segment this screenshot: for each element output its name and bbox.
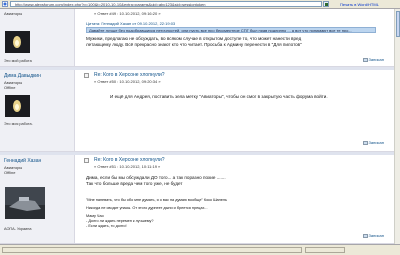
author-location: АОПА- Украина (4, 227, 32, 231)
page-icon (2, 1, 8, 7)
status-zone-panel (305, 247, 345, 253)
author-name[interactable]: Геннадий Хазан (4, 158, 41, 164)
reply-link[interactable]: Записан (362, 140, 384, 145)
author-name[interactable]: Дима Давыдкин (4, 73, 41, 79)
post-text-line: летающему люду. Всё прекрасно знают кто … (86, 42, 302, 47)
post-icon (84, 73, 89, 78)
vertical-scrollbar[interactable] (394, 9, 400, 244)
author-location: Это моя работа. (4, 122, 33, 126)
author-status: Offline (4, 85, 16, 90)
post-icon (84, 158, 89, 163)
author-rank: Авиаторы (4, 11, 23, 16)
reply-link[interactable]: Записан (362, 57, 384, 62)
forum-post: Дима Давыдкин Авиаторы Offline Это моя р… (0, 70, 394, 152)
toolbar-links[interactable]: Печать в Word/HTML (340, 2, 379, 7)
post-body: » Ответ #49 : 10.10.2012, 09:16:20 » Цит… (76, 9, 394, 66)
post-text-line: Так что больше вреда чем того уже, не бу… (86, 181, 183, 186)
forum-page: Авиаторы Это мой работа » Ответ #49 : 10… (0, 9, 400, 244)
post-text-line: И ещё для Андрея, поставить зела метку "… (110, 94, 328, 99)
post-meta: » Ответ #49 : 10.10.2012, 09:16:20 » (94, 11, 161, 16)
reply-label: Записан (368, 233, 384, 238)
author-panel: Дима Давыдкин Авиаторы Offline Это моя р… (0, 70, 75, 151)
post-meta: « Ответ #51 : 10.10.2012, 10:11:19 » (94, 164, 161, 169)
signature-line: Маму Чао (86, 214, 104, 218)
forum-post: Геннадий Хазан Авиаторы Offline АОПА- Ук… (0, 155, 394, 244)
reply-icon (362, 57, 368, 62)
author-status: Offline (4, 170, 16, 175)
signature-line: "Мне напевать, что бы обо мне думать, я … (86, 198, 227, 202)
author-panel: Авиаторы Это мой работа (0, 9, 75, 66)
scrollbar-thumb[interactable] (396, 11, 400, 37)
status-text-panel (2, 247, 302, 253)
reply-icon (362, 140, 368, 145)
post-title[interactable]: Re: Кого в Херсоне хлопнули? (94, 157, 165, 163)
post-body: Re: Кого в Херсоне хлопнули? « Ответ #51… (76, 155, 394, 243)
signature-line: - Если ждать, то долго! (86, 224, 127, 228)
post-text-line: Дима, если бы мы обсуждали ДО того... а … (86, 175, 226, 180)
quote-header: Цитата: Геннадий Хазан от 09.10.2012, 22… (86, 21, 176, 26)
post-meta: « Ответ #50 : 10.10.2012, 09:20:34 » (94, 79, 161, 84)
author-location: Это мой работа (4, 59, 32, 63)
reply-link[interactable]: Записан (362, 233, 384, 238)
post-body: Re: Кого в Херсоне хлопнули? « Ответ #50… (76, 70, 394, 151)
avatar (5, 95, 30, 117)
avatar (5, 187, 45, 219)
url-input[interactable]: http://www.alexsforum.com/index.php?p=10… (10, 1, 322, 7)
reply-label: Записан (368, 57, 384, 62)
address-bar: http://www.alexsforum.com/index.php?p=10… (0, 0, 400, 9)
avatar (5, 31, 30, 53)
reply-icon (362, 233, 368, 238)
go-button[interactable] (323, 1, 329, 7)
signature-line: Никогда не сводит упасы. От этого дурнее… (86, 206, 208, 210)
reply-label: Записан (368, 140, 384, 145)
post-title[interactable]: Re: Кого в Херсоне хлопнули? (94, 72, 165, 78)
quote-box: Давайте лучше без подобравшихся неточнос… (86, 27, 376, 33)
signature-line: - Долго ли ждать перемен к лучшему? (86, 219, 154, 223)
status-bar (0, 244, 400, 255)
post-text-line: Мужики, предлагаю не обсуждать, во всяко… (86, 36, 302, 41)
author-panel: Геннадий Хазан Авиаторы Offline АОПА- Ук… (0, 155, 75, 243)
forum-post: Авиаторы Это мой работа » Ответ #49 : 10… (0, 9, 394, 67)
go-arrow-icon (325, 3, 328, 6)
